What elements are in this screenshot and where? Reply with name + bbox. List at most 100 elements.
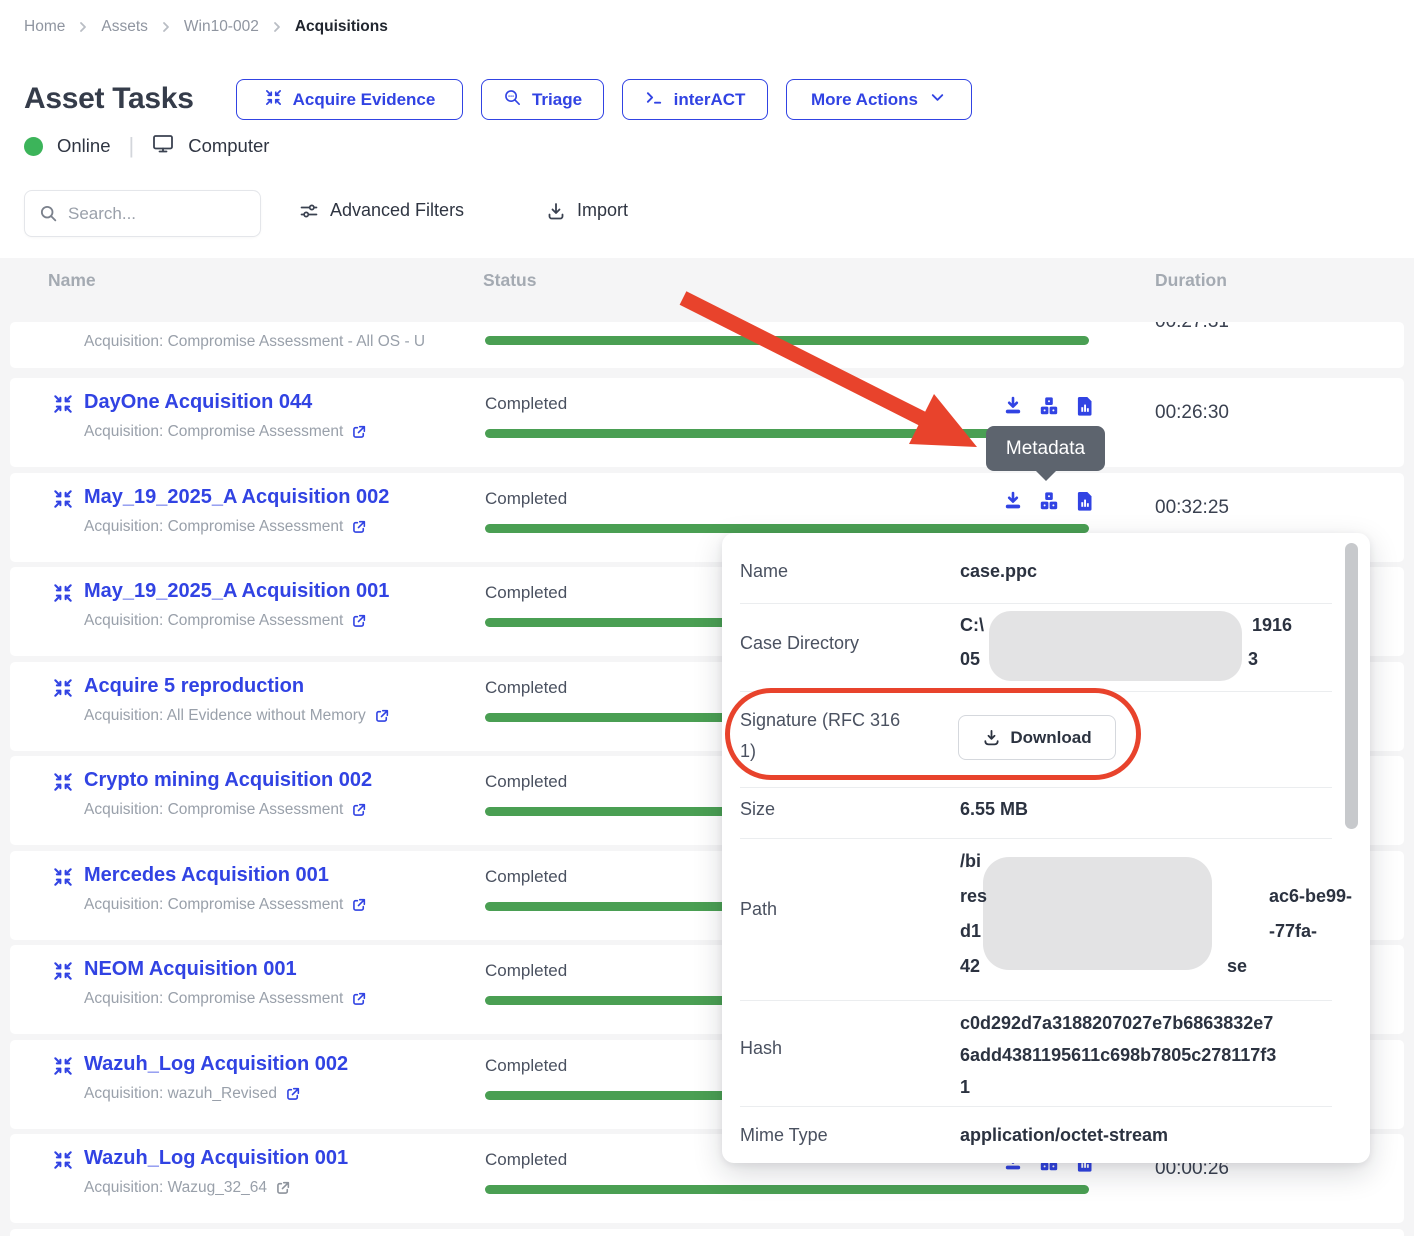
task-policy-label: Acquisition: Wazug_32_64 [84,1179,267,1197]
download-evidence-icon[interactable] [1002,395,1024,417]
search-icon [39,204,58,223]
task-name-link[interactable]: NEOM Acquisition 001 [84,958,297,981]
task-policy-label: Acquisition: Compromise Assessment [84,518,343,536]
acquisition-task-icon [52,677,74,699]
breadcrumb-current: Acquisitions [295,18,388,36]
meta-path-line3-start: d1 [960,921,981,942]
acquisition-task-icon [52,488,74,510]
interact-button[interactable]: interACT [622,79,768,120]
task-subtitle: Acquisition: Compromise Assessment [84,518,367,536]
advanced-filters-button[interactable]: Advanced Filters [299,200,464,221]
more-actions-button[interactable]: More Actions [786,79,972,120]
external-link-icon[interactable] [351,897,367,913]
divider [740,838,1332,839]
progress-bar [485,1185,1089,1194]
meta-hash-label: Hash [740,1038,782,1059]
advanced-filters-label: Advanced Filters [330,200,464,221]
meta-name-label: Name [740,561,788,582]
popup-scrollbar[interactable] [1345,543,1358,829]
metadata-tooltip: Metadata [986,426,1105,471]
task-status: Completed [485,961,567,981]
report-icon[interactable] [1074,395,1096,417]
external-link-icon[interactable] [374,708,390,724]
interact-label: interACT [674,90,746,110]
progress-bar [485,336,1089,345]
acquire-evidence-button[interactable]: Acquire Evidence [236,79,463,120]
report-icon[interactable] [1074,490,1096,512]
meta-mime-type-label: Mime Type [740,1125,828,1146]
external-link-icon[interactable] [351,991,367,1007]
breadcrumb-home[interactable]: Home [24,18,65,36]
import-download-icon [546,201,566,221]
terminal-icon [645,88,664,112]
column-header-duration: Duration [1155,270,1227,291]
external-link-icon[interactable] [285,1086,301,1102]
task-status: Completed [485,867,567,887]
metadata-boxes-icon[interactable] [1038,395,1060,417]
external-link-icon[interactable] [275,1180,291,1196]
asset-status-line: Online | Computer [24,133,269,159]
task-name-link[interactable]: Crypto mining Acquisition 002 [84,769,372,792]
task-subtitle: Acquisition: Compromise Assessment [84,423,367,441]
meta-case-directory-label: Case Directory [740,633,859,654]
task-status: Completed [485,678,567,698]
task-name-link[interactable]: Mercedes Acquisition 001 [84,864,329,887]
task-name-link[interactable]: Wazuh_Log Acquisition 001 [84,1147,348,1170]
meta-case-directory-value-line1-start: C:\ [960,615,984,636]
task-name-link[interactable]: May_19_2025_A Acquisition 002 [84,486,389,509]
column-header-name: Name [48,270,96,291]
task-subtitle: Acquisition: Compromise Assessment - All… [84,333,425,351]
progress-bar [485,524,1089,533]
divider [740,603,1332,604]
divider [740,787,1332,788]
external-link-icon[interactable] [351,802,367,818]
search-input[interactable] [68,204,246,224]
task-status: Completed [485,1056,567,1076]
download-icon [982,728,1001,747]
task-policy-label: Acquisition: Compromise Assessment [84,801,343,819]
acquisition-task-icon [52,582,74,604]
task-name-link[interactable]: DayOne Acquisition 044 [84,391,312,414]
triage-button[interactable]: Triage [481,79,604,120]
task-policy-label: Acquisition: wazuh_Revised [84,1085,277,1103]
task-duration: 00:27:31 [1155,322,1229,333]
import-label: Import [577,200,628,221]
asset-tasks-page: Home Assets Win10-002 Acquisitions Asset… [0,0,1414,1236]
breadcrumb-asset[interactable]: Win10-002 [184,18,259,36]
external-link-icon[interactable] [351,424,367,440]
acquisition-task-icon [52,960,74,982]
meta-case-directory-value-line2-start: 05 [960,649,980,670]
external-link-icon[interactable] [351,613,367,629]
filter-sliders-icon [299,201,319,221]
table-row[interactable]: DayOne Acquisition 044 Acquisition: Comp… [10,378,1404,467]
redaction-blob [983,857,1212,970]
online-status-dot [24,137,43,156]
signature-download-button[interactable]: Download [958,715,1116,760]
more-actions-label: More Actions [811,90,918,110]
chevron-right-icon [77,21,89,33]
meta-case-directory-value-line1-end: 1916 [1252,615,1292,636]
task-policy-label: Acquisition: Compromise Assessment [84,612,343,630]
external-link-icon[interactable] [351,519,367,535]
breadcrumb: Home Assets Win10-002 Acquisitions [24,18,388,36]
meta-path-line2-start: res [960,886,987,907]
divider [740,1106,1332,1107]
import-button[interactable]: Import [546,200,628,221]
breadcrumb-assets[interactable]: Assets [101,18,148,36]
task-status: Completed [485,1150,567,1170]
asset-type-label: Computer [188,135,269,157]
partial-next-row [10,1229,1404,1236]
meta-name-value: case.ppc [960,561,1037,582]
acquisition-task-icon [52,771,74,793]
task-actions [1002,490,1096,512]
chevron-right-icon [160,21,172,33]
table-row[interactable]: Acquisition: Compromise Assessment - All… [10,322,1404,368]
task-name-link[interactable]: Wazuh_Log Acquisition 002 [84,1053,348,1076]
download-evidence-icon[interactable] [1002,490,1024,512]
task-name-link[interactable]: Acquire 5 reproduction [84,675,304,698]
task-name-link[interactable]: May_19_2025_A Acquisition 001 [84,580,389,603]
task-subtitle: Acquisition: Wazug_32_64 [84,1179,291,1197]
task-subtitle: Acquisition: Compromise Assessment [84,612,367,630]
metadata-popup: Name case.ppc Case Directory C:\ 1916 05… [722,533,1370,1163]
metadata-boxes-icon[interactable] [1038,490,1060,512]
